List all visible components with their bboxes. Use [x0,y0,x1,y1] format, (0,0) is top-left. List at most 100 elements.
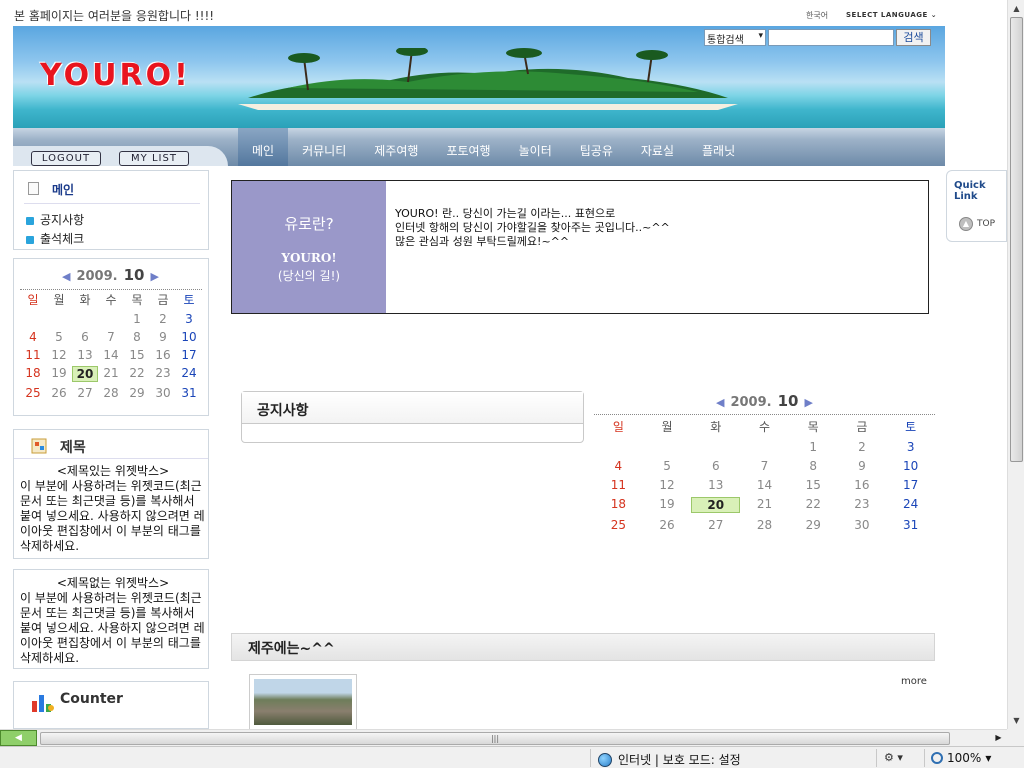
vertical-scrollbar[interactable]: ▲ ▼ [1007,0,1024,729]
nav-item-main[interactable]: 메인 [238,128,289,166]
calendar-day[interactable]: 18 [20,366,46,382]
ie-icon[interactable]: ◀ [0,730,37,746]
calendar-day[interactable]: 31 [176,386,202,400]
search-input[interactable] [768,29,894,46]
next-month-icon[interactable]: ▶ [804,396,812,409]
calendar-day[interactable]: 9 [150,330,176,344]
calendar-day[interactable]: 29 [789,518,838,532]
calendar-day[interactable]: 25 [20,386,46,400]
security-zone[interactable]: 인터넷 | 보호 모드: 설정 [598,751,741,768]
language-select[interactable]: SELECT LANGUAGE ⌄ [846,11,937,19]
sidebar-item-attendance[interactable]: 출석체크 [26,230,84,247]
calendar-day[interactable]: 17 [176,348,202,362]
calendar-day[interactable]: 6 [691,459,740,473]
nav-item-archive[interactable]: 자료실 [627,128,688,166]
nav-item-planet[interactable]: 플래닛 [688,128,749,166]
calendar-day[interactable]: 23 [838,497,887,513]
nav-item-jeju-travel[interactable]: 제주여행 [360,128,432,166]
calendar-day[interactable]: 27 [72,386,98,400]
top-button[interactable]: ▲ TOP [959,217,995,231]
zoom-control[interactable]: 100% ▾ [931,751,991,765]
logout-button[interactable]: LOGOUT [31,151,101,166]
calendar-day[interactable]: 12 [46,348,72,362]
calendar-day[interactable]: 30 [150,386,176,400]
calendar-day[interactable]: 27 [691,518,740,532]
calendar-day[interactable]: 29 [124,386,150,400]
calendar-day[interactable]: 28 [98,386,124,400]
quick-link-label[interactable]: Quick Link [954,180,1006,202]
jeju-photo-thumbnail[interactable] [249,674,357,730]
calendar-day[interactable]: 4 [20,330,46,344]
calendar-day[interactable]: 2 [838,440,887,454]
more-link[interactable]: more [901,676,927,687]
scroll-down-icon[interactable]: ▼ [1008,712,1024,729]
calendar-day[interactable]: 19 [46,366,72,382]
calendar-day[interactable]: 20 [691,497,741,513]
calendar-day[interactable]: 24 [176,366,202,382]
search-scope-select[interactable]: 통합검색 [704,29,766,46]
calendar-day[interactable]: 5 [643,459,692,473]
korean-language-link[interactable]: 한국어 [806,10,828,21]
vertical-scroll-thumb[interactable] [1010,17,1023,462]
calendar-day[interactable]: 31 [886,518,935,532]
calendar-day[interactable]: 5 [46,330,72,344]
search-button[interactable]: 검색 [896,29,931,46]
calendar-day[interactable]: 16 [150,348,176,362]
calendar-day[interactable]: 30 [838,518,887,532]
notice-title[interactable]: 공지사항 [242,392,583,424]
calendar-day[interactable]: 7 [98,330,124,344]
calendar-day[interactable]: 11 [594,478,643,492]
calendar-day[interactable]: 19 [643,497,692,513]
calendar-day[interactable]: 22 [789,497,838,513]
horizontal-scroll-thumb[interactable]: ||| [40,732,950,745]
calendar-day[interactable]: 21 [740,497,789,513]
calendar-day[interactable]: 25 [594,518,643,532]
calendar-day[interactable]: 1 [789,440,838,454]
calendar-day[interactable]: 12 [643,478,692,492]
calendar-day[interactable]: 3 [886,440,935,454]
calendar-day[interactable]: 22 [124,366,150,382]
calendar-day[interactable]: 15 [124,348,150,362]
nav-item-playground[interactable]: 놀이터 [505,128,566,166]
calendar-day[interactable]: 26 [46,386,72,400]
protected-mode-icon[interactable]: ⚙ ▾ [884,751,903,764]
calendar-day[interactable]: 8 [789,459,838,473]
calendar-day[interactable]: 14 [740,478,789,492]
calendar-day[interactable]: 11 [20,348,46,362]
calendar-day[interactable]: 7 [740,459,789,473]
calendar-day[interactable]: 1 [124,312,150,326]
calendar-day[interactable]: 2 [150,312,176,326]
nav-item-community[interactable]: 커뮤니티 [288,128,360,166]
calendar-day[interactable]: 15 [789,478,838,492]
calendar-day[interactable]: 16 [838,478,887,492]
horizontal-scrollbar[interactable]: ◀ ||| ▶ [0,729,1007,746]
scroll-right-icon[interactable]: ▶ [990,730,1007,746]
calendar-day[interactable]: 20 [72,366,98,382]
calendar-day[interactable]: 13 [691,478,740,492]
prev-month-icon[interactable]: ◀ [716,396,724,409]
calendar-day[interactable]: 8 [124,330,150,344]
calendar-day[interactable]: 28 [740,518,789,532]
scroll-up-icon[interactable]: ▲ [1008,0,1024,17]
mylist-button[interactable]: MY LIST [119,151,189,166]
calendar-day[interactable]: 4 [594,459,643,473]
nav-item-photo-travel[interactable]: 포토여행 [432,128,504,166]
calendar-day[interactable]: 10 [886,459,935,473]
calendar-day[interactable]: 14 [98,348,124,362]
next-month-icon[interactable]: ▶ [150,270,158,283]
calendar-day[interactable]: 26 [643,518,692,532]
calendar-day[interactable]: 24 [886,497,935,513]
nav-item-tips[interactable]: 팁공유 [566,128,627,166]
calendar-day[interactable]: 17 [886,478,935,492]
site-logo[interactable]: YOURO! [40,58,191,93]
sidebar-item-notice[interactable]: 공지사항 [26,211,84,228]
calendar-day[interactable]: 13 [72,348,98,362]
calendar-day[interactable]: 23 [150,366,176,382]
calendar-day[interactable]: 6 [72,330,98,344]
calendar-day[interactable]: 9 [838,459,887,473]
calendar-day[interactable]: 21 [98,366,124,382]
prev-month-icon[interactable]: ◀ [62,270,70,283]
calendar-day[interactable]: 3 [176,312,202,326]
calendar-day[interactable]: 10 [176,330,202,344]
calendar-day[interactable]: 18 [594,497,643,513]
